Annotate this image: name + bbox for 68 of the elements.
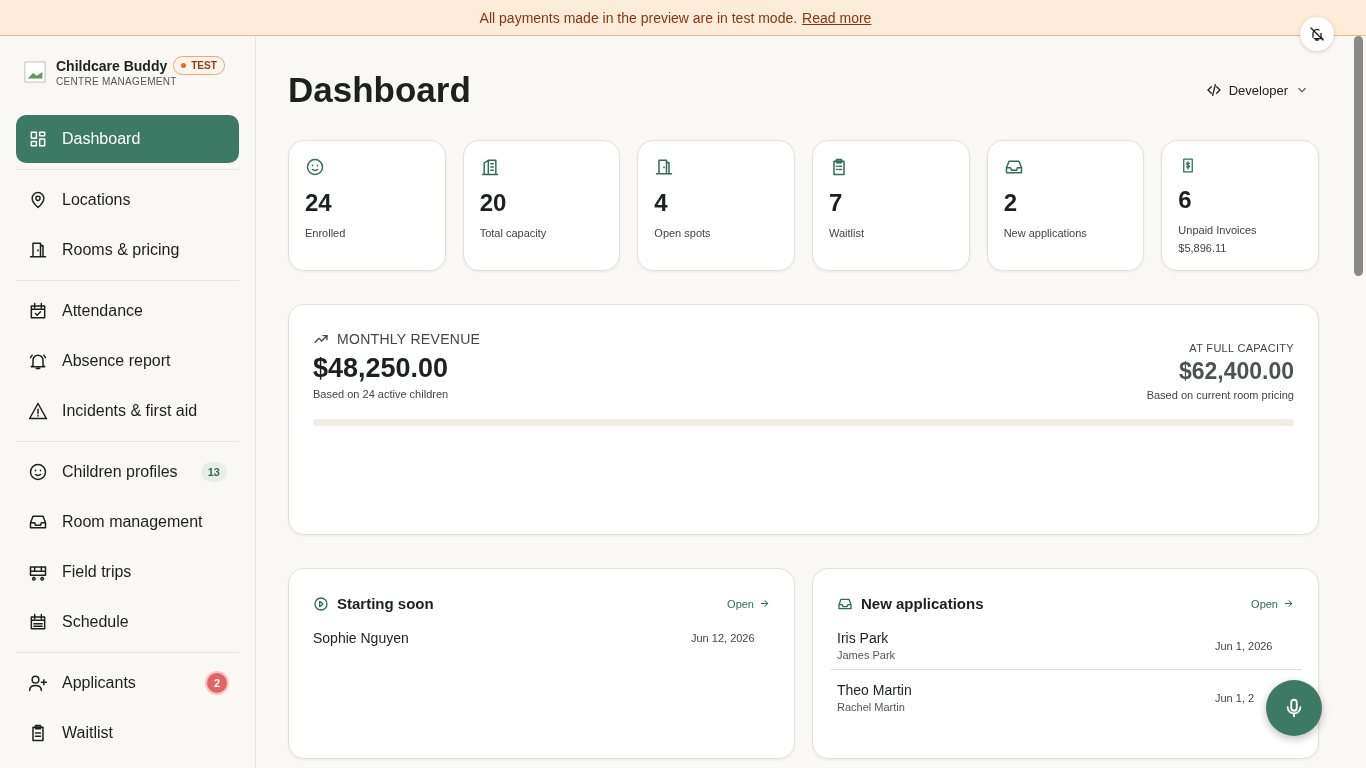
nav-item[interactable]: Waitlist [16, 709, 239, 757]
test-badge: TEST [173, 56, 225, 75]
nav-item[interactable]: Rooms & pricing [16, 226, 239, 274]
map-pin-icon [28, 190, 48, 210]
page-title: Dashboard [288, 70, 471, 110]
face-icon [305, 157, 325, 177]
warning-icon [28, 401, 48, 421]
banner-text: All payments made in the preview are in test mode. [479, 9, 798, 26]
count-badge: 13 [200, 462, 227, 482]
stat-value: 24 [305, 189, 332, 217]
stat-label: Unpaid Invoices [1178, 224, 1257, 236]
nav-item[interactable]: Field trips [16, 548, 239, 596]
inbox-icon [28, 512, 48, 532]
arrow-right-icon [1283, 598, 1294, 609]
bell-icon [28, 351, 48, 371]
capacity-label: AT FULL CAPACITY [1189, 342, 1294, 354]
nav-item[interactable]: Locations [16, 176, 239, 224]
list-row[interactable]: Sophie Nguyen Jun 12, 2026 [313, 626, 755, 652]
revenue-amount: $48,250.00 [313, 353, 450, 384]
nav-item[interactable]: Absence report [16, 337, 239, 385]
stat-value: 2 [1003, 189, 1017, 217]
building-icon [479, 157, 500, 177]
notifications-off-button[interactable] [1300, 17, 1334, 51]
nav-item[interactable]: Attendance [16, 287, 239, 335]
revenue-title: MONTHLY REVENUE [337, 331, 481, 347]
panel-title: New applications [861, 595, 984, 612]
nav-item[interactable]: Applicants 2 [16, 659, 239, 707]
capacity-amount: $62,400.00 [1178, 358, 1294, 385]
read-more-link[interactable]: Read more [802, 9, 872, 26]
stat-value: 7 [829, 189, 843, 217]
stat-value: 4 [654, 189, 668, 217]
play-circle-icon [313, 595, 329, 612]
stat-label: Enrolled [305, 227, 346, 239]
panel-title: Starting soon [337, 595, 434, 612]
capacity-note: Based on current room pricing [1146, 389, 1294, 401]
open-link[interactable]: Open [727, 597, 770, 610]
brand-name: Childcare Buddy [56, 57, 168, 74]
user-plus-icon [28, 673, 48, 693]
list-row[interactable]: Iris Park James Park Jun 1, 2026 [837, 626, 1273, 667]
nav-item[interactable]: Incidents & first aid [16, 387, 239, 435]
calendar-check-icon [28, 301, 48, 321]
stat-value: 6 [1178, 186, 1192, 214]
stat-label: Total capacity [479, 227, 547, 239]
nav-item[interactable]: Room management [16, 498, 239, 546]
brand-subtitle: CENTRE MANAGEMENT [56, 76, 178, 87]
arrow-right-icon [759, 598, 770, 609]
door-icon [28, 240, 48, 260]
stat-label: New applications [1003, 227, 1087, 239]
door-icon [654, 157, 675, 177]
stat-value: 20 [479, 189, 507, 217]
nav-item[interactable]: Dashboard [16, 115, 239, 163]
open-link[interactable]: Open [1251, 597, 1294, 610]
calendar-icon [28, 612, 48, 632]
code-icon [1205, 82, 1222, 98]
bell-off-icon [1309, 26, 1325, 42]
stat-label: Open spots [654, 227, 711, 239]
count-badge: 2 [206, 673, 227, 693]
revenue-note: Based on 24 active children [313, 388, 450, 400]
inbox-icon [1003, 157, 1024, 177]
stat-amount: $5,896.11 [1178, 242, 1227, 254]
face-icon [28, 462, 48, 482]
stat-label: Waitlist [829, 227, 865, 239]
nav-item[interactable]: Children profiles 13 [16, 448, 239, 496]
broken-image-icon [24, 60, 46, 83]
nav-item[interactable]: Schedule [16, 598, 239, 646]
grid-icon [28, 129, 48, 149]
role-dropdown[interactable]: Developer [1205, 82, 1319, 98]
list-row[interactable]: Theo Martin Rachel Martin Jun 1, 2 [837, 678, 1255, 719]
